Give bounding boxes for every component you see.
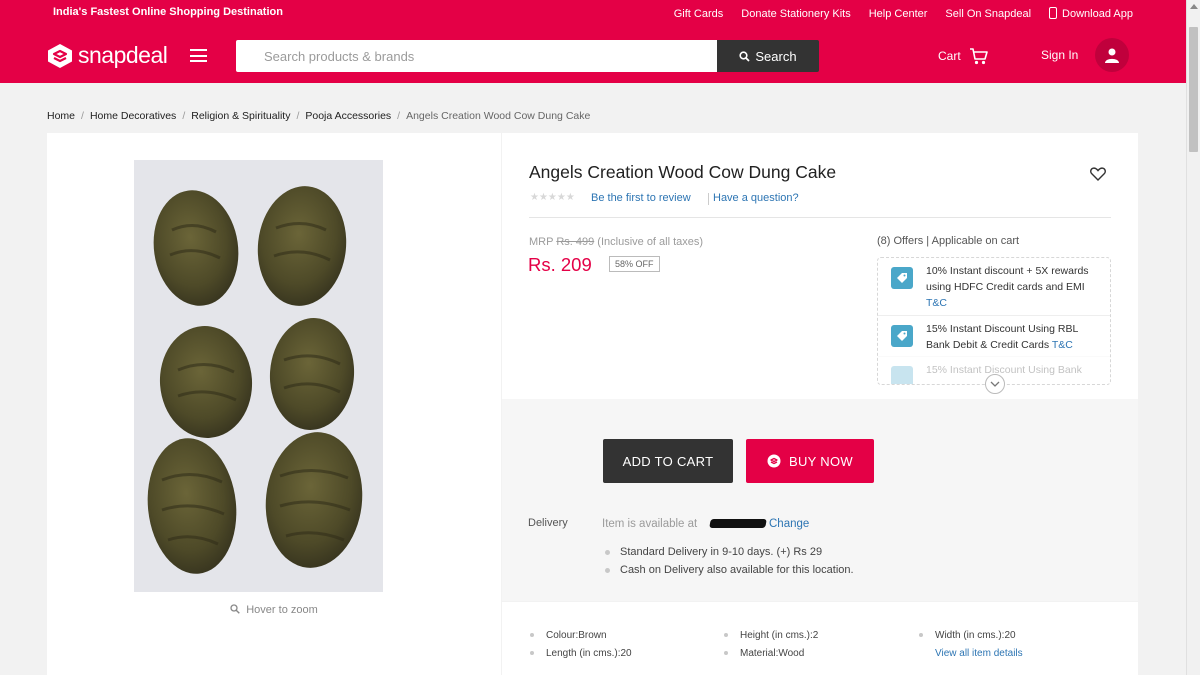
cart-icon (969, 48, 988, 65)
search-input[interactable] (236, 40, 717, 72)
buy-now-label: BUY NOW (789, 453, 853, 469)
download-app-link[interactable]: Download App (1049, 7, 1133, 20)
delivery-label: Delivery (528, 517, 568, 529)
chevron-down-icon (990, 381, 1000, 387)
offer-item: 15% Instant Discount Using RBL Bank Debi… (878, 315, 1110, 358)
search-icon (739, 50, 751, 62)
offer-tag-icon (891, 267, 913, 289)
zoom-hint-label: Hover to zoom (246, 604, 318, 616)
add-to-cart-button[interactable]: ADD TO CART (603, 439, 733, 483)
offer-tc-link[interactable]: T&C (1052, 339, 1073, 351)
tax-note: (Inclusive of all taxes) (597, 236, 704, 248)
product-gallery: Hover to zoom (47, 133, 501, 675)
page-scrollbar[interactable] (1186, 0, 1200, 675)
top-links: Gift Cards Donate Stationery Kits Help C… (674, 7, 1133, 20)
menu-icon[interactable] (190, 49, 207, 62)
snapdeal-logo-icon (48, 43, 72, 68)
header: snapdeal Search Cart Sign In (0, 26, 1186, 83)
offers-list: 10% Instant discount + 5X rewards using … (877, 257, 1111, 385)
buy-now-icon (767, 454, 781, 468)
cow-dung-cakes-photo (134, 160, 383, 592)
delivery-point: Standard Delivery in 9-10 days. (+) Rs 2… (604, 546, 822, 558)
spec-item: Width (in cms.):20 (919, 630, 1016, 641)
search-button[interactable]: Search (717, 40, 819, 72)
sign-in-link[interactable]: Sign In (1041, 48, 1078, 62)
rating-stars: ★★★★★ (530, 192, 575, 203)
question-link[interactable]: Have a question? (713, 192, 799, 204)
sell-on-snapdeal-link[interactable]: Sell On Snapdeal (945, 8, 1031, 20)
product-title: Angels Creation Wood Cow Dung Cake (529, 162, 837, 182)
change-pincode-link[interactable]: Change (769, 518, 809, 530)
mrp-line: MRP Rs. 499 (Inclusive of all taxes) (529, 236, 703, 248)
offer-tc-link[interactable]: T&C (926, 297, 947, 309)
wishlist-heart-icon[interactable] (1090, 167, 1106, 181)
review-link[interactable]: Be the first to review (591, 192, 691, 204)
phone-icon (1049, 7, 1058, 19)
product-info: Angels Creation Wood Cow Dung Cake ★★★★★… (502, 133, 1138, 399)
mrp-label: MRP (529, 236, 554, 248)
tagline: India's Fastest Online Shopping Destinat… (53, 6, 283, 18)
cart-button[interactable]: Cart (938, 47, 989, 65)
breadcrumb-religion[interactable]: Religion & Spirituality (191, 110, 290, 122)
breadcrumb-home[interactable]: Home (47, 110, 75, 122)
offer-item: 10% Instant discount + 5X rewards using … (878, 258, 1110, 316)
logo-text: snapdeal (78, 42, 168, 68)
spec-item: Colour:Brown (530, 630, 607, 641)
donate-stationery-link[interactable]: Donate Stationery Kits (741, 8, 850, 20)
gift-cards-link[interactable]: Gift Cards (674, 8, 724, 20)
magnifier-icon (230, 604, 241, 614)
download-app-label: Download App (1062, 8, 1133, 20)
search-button-label: Search (755, 48, 797, 64)
breadcrumb: Home / Home Decoratives / Religion & Spiri… (47, 110, 591, 122)
redacted-pincode (709, 519, 767, 528)
view-all-details-link[interactable]: View all item details (935, 648, 1023, 659)
product-image[interactable] (134, 160, 383, 592)
logo[interactable]: snapdeal (47, 42, 168, 69)
help-center-link[interactable]: Help Center (869, 8, 928, 20)
offer-tag-icon (891, 325, 913, 347)
zoom-hint: Hover to zoom (47, 604, 501, 616)
user-icon (1105, 48, 1119, 63)
spec-item: Length (in cms.):20 (530, 648, 632, 659)
scroll-up-icon[interactable] (1190, 4, 1198, 9)
buy-now-button[interactable]: BUY NOW (746, 439, 874, 483)
availability-text: Item is available at (602, 518, 698, 530)
highlights: Colour:Brown Height (in cms.):2 Width (i… (502, 602, 1138, 675)
offers-heading: (8) Offers | Applicable on cart (877, 235, 1020, 247)
user-avatar[interactable] (1095, 38, 1129, 72)
spec-item: Material:Wood (724, 648, 804, 659)
offer-text: 15% Instant Discount Using Bank (926, 364, 1082, 376)
expand-offers-button[interactable] (985, 374, 1005, 394)
selling-price: Rs. 209 (528, 254, 592, 275)
spec-item: Height (in cms.):2 (724, 630, 818, 641)
mrp-value: Rs. 499 (556, 236, 595, 248)
cart-label: Cart (938, 49, 961, 63)
offer-text: 10% Instant discount + 5X rewards using … (926, 265, 1089, 293)
breadcrumb-current: Angels Creation Wood Cow Dung Cake (406, 110, 591, 122)
discount-badge: 58% OFF (609, 256, 660, 272)
offer-tag-icon (891, 366, 913, 384)
top-bar: India's Fastest Online Shopping Destinat… (0, 0, 1186, 26)
delivery-point: Cash on Delivery also available for this… (605, 564, 854, 576)
scrollbar-thumb[interactable] (1189, 27, 1198, 152)
purchase-section: ADD TO CART BUY NOW Delivery Item is ava… (502, 399, 1138, 601)
breadcrumb-pooja[interactable]: Pooja Accessories (305, 110, 391, 122)
breadcrumb-home-decoratives[interactable]: Home Decoratives (90, 110, 176, 122)
